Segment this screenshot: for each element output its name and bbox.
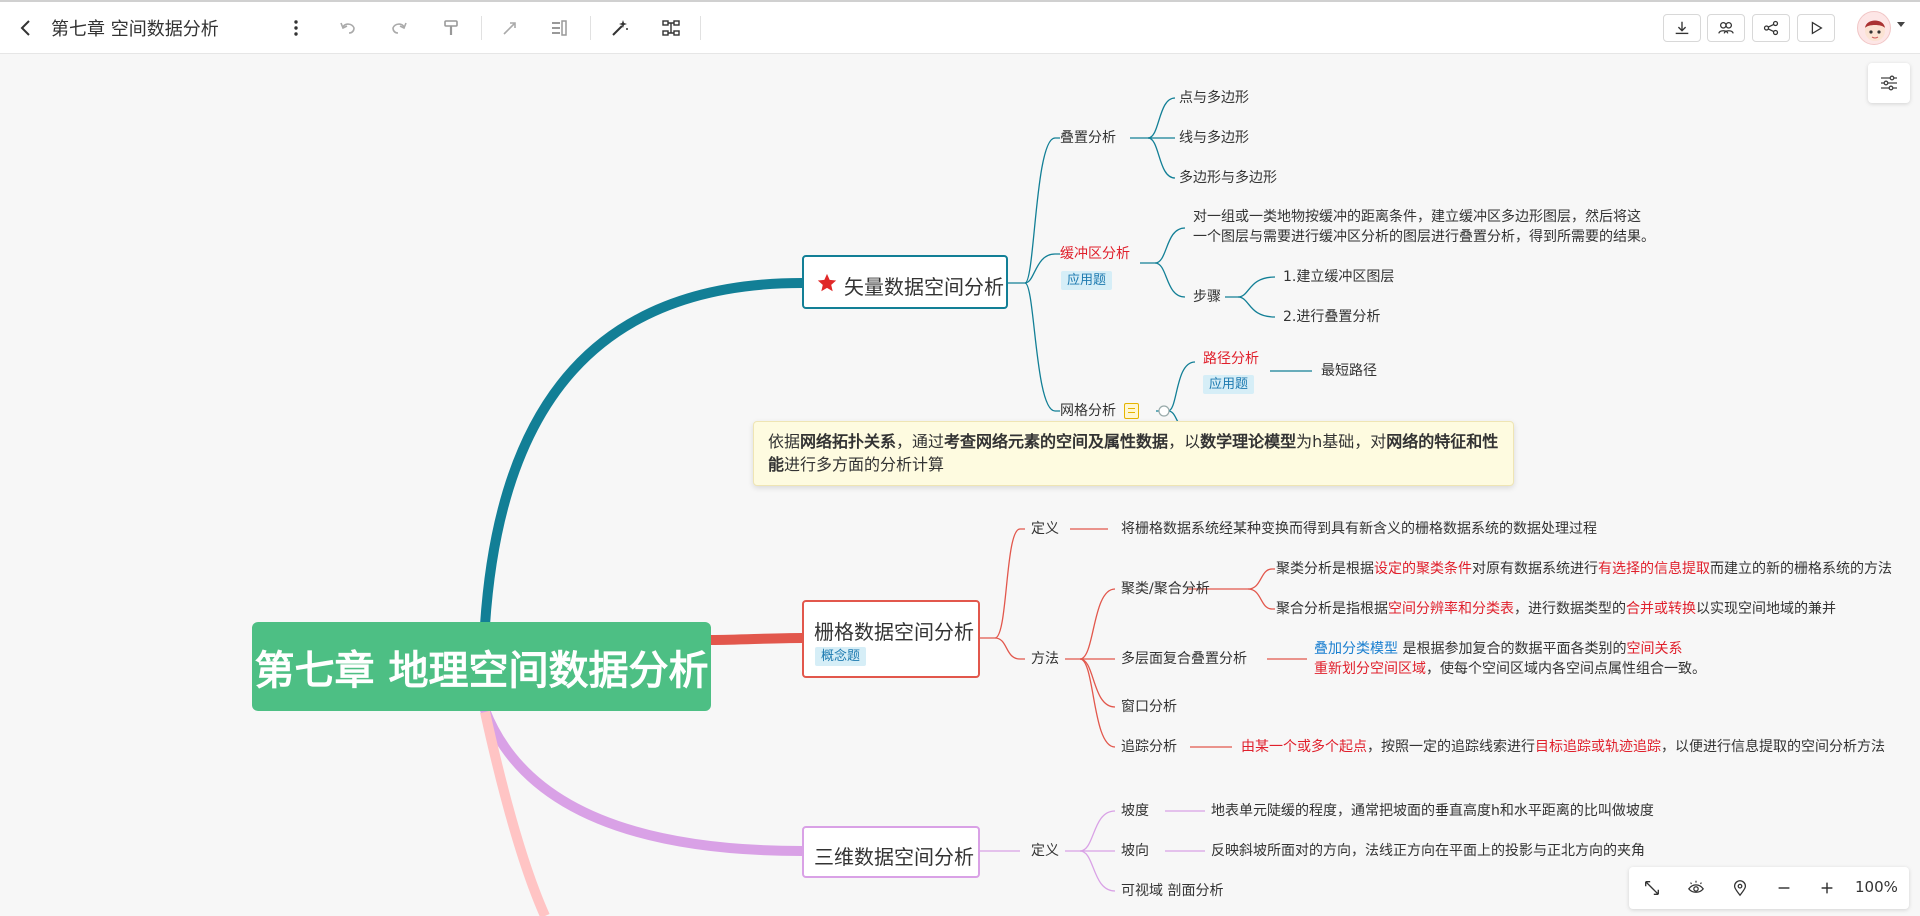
aggregation-text[interactable]: 聚合分析是指根据空间分辨率和分类表，进行数据类型的合并或转换以实现空间地域的兼并 — [1276, 600, 1836, 618]
node-polygon-polygon[interactable]: 多边形与多边形 — [1179, 169, 1277, 187]
tag-concept: 概念题 — [815, 647, 867, 666]
aspect-text[interactable]: 反映斜坡所面对的方向，法线正方向在平面上的投影与正北方向的夹角 — [1211, 842, 1645, 860]
note-tooltip: 依据网络拓扑关系，通过考查网络元素的空间及属性数据，以数学理论模型为h基础，对网… — [753, 421, 1514, 486]
multilayer-text-line2[interactable]: 重新划分空间区域，使每个空间区域内各空间点属性组合一致。 — [1314, 660, 1706, 678]
root-node[interactable]: 第七章 地理空间数据分析 — [252, 622, 711, 711]
node-definition[interactable]: 定义 — [1031, 842, 1059, 860]
node-slope[interactable]: 坡度 — [1121, 802, 1149, 820]
node-3d-analysis[interactable]: 三维数据空间分析 — [802, 826, 980, 878]
star-icon — [817, 273, 837, 292]
node-trace-analysis[interactable]: 追踪分析 — [1121, 738, 1177, 756]
multilayer-text-line1[interactable]: 叠加分类模型 是根据参加复合的数据平面各类别的空间关系 — [1314, 640, 1682, 658]
node-line-polygon[interactable]: 线与多边形 — [1179, 129, 1249, 147]
fit-screen-icon[interactable] — [1641, 877, 1663, 899]
node-raster-analysis[interactable]: 栅格数据空间分析 概念题 — [802, 600, 980, 678]
tag-application: 应用题 — [1203, 375, 1255, 394]
node-definition[interactable]: 定义 — [1031, 520, 1059, 538]
node-cluster-analysis[interactable]: 聚类/聚合分析 — [1121, 580, 1210, 598]
node-network-analysis[interactable]: 网格分析 — [1060, 402, 1116, 420]
zoom-bar: 100% — [1629, 867, 1909, 909]
node-visibility-profile[interactable]: 可视域 剖面分析 — [1121, 882, 1223, 900]
buffer-desc-line1[interactable]: 对一组或一类地物按缓冲的距离条件，建立缓冲区多边形图层，然后将这 — [1193, 208, 1641, 226]
note-icon[interactable] — [1124, 403, 1139, 419]
zoom-out-icon[interactable] — [1773, 877, 1795, 899]
node-overlay-analysis[interactable]: 叠置分析 — [1060, 129, 1116, 147]
node-vector-analysis[interactable]: 矢量数据空间分析 — [802, 255, 1008, 309]
buffer-desc-line2[interactable]: 一个图层与需要进行缓冲区分析的图层进行叠置分析，得到所需要的结果。 — [1193, 228, 1655, 246]
node-shortest-path[interactable]: 最短路径 — [1321, 362, 1377, 380]
node-window-analysis[interactable]: 窗口分析 — [1121, 698, 1177, 716]
node-label: 栅格数据空间分析 — [814, 620, 974, 644]
node-steps[interactable]: 步骤 — [1193, 288, 1221, 306]
zoom-level[interactable]: 100% — [1855, 878, 1898, 896]
cluster-text[interactable]: 聚类分析是根据设定的聚类条件对原有数据系统进行有选择的信息提取而建立的新的栅格系… — [1276, 560, 1892, 578]
locate-icon[interactable] — [1729, 877, 1751, 899]
tag-application: 应用题 — [1061, 271, 1113, 290]
node-multilayer-overlay[interactable]: 多层面复合叠置分析 — [1121, 650, 1247, 668]
node-buffer-analysis[interactable]: 缓冲区分析 — [1060, 245, 1130, 263]
node-label: 三维数据空间分析 — [814, 845, 974, 869]
node-label: 矢量数据空间分析 — [844, 275, 1004, 299]
node-method[interactable]: 方法 — [1031, 650, 1059, 668]
raster-definition-text[interactable]: 将栅格数据系统经某种变换而得到具有新含义的栅格数据系统的数据处理过程 — [1121, 520, 1597, 538]
eye-icon[interactable] — [1685, 877, 1707, 899]
slope-text[interactable]: 地表单元陡缓的程度，通常把坡面的垂直高度h和水平距离的比叫做坡度 — [1211, 802, 1654, 820]
node-aspect[interactable]: 坡向 — [1121, 842, 1149, 860]
node-point-polygon[interactable]: 点与多边形 — [1179, 89, 1249, 107]
node-path-analysis[interactable]: 路径分析 — [1203, 350, 1259, 368]
trace-text[interactable]: 由某一个或多个起点，按照一定的追踪线索进行目标追踪或轨迹追踪，以便进行信息提取的… — [1241, 738, 1885, 756]
zoom-in-icon[interactable] — [1816, 877, 1838, 899]
node-step-1[interactable]: 1.建立缓冲区图层 — [1283, 268, 1394, 286]
node-step-2[interactable]: 2.进行叠置分析 — [1283, 308, 1380, 326]
